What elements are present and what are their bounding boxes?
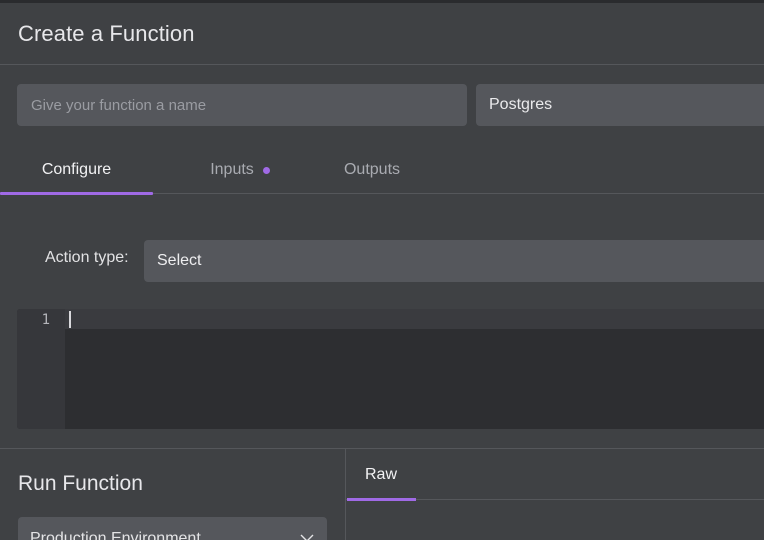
text-cursor (69, 311, 71, 328)
page-title: Create a Function (18, 21, 195, 46)
active-tab-indicator (0, 192, 153, 195)
active-tab-indicator (347, 498, 416, 501)
tab-outputs-label: Outputs (343, 161, 401, 178)
tab-configure-label: Configure (41, 161, 112, 178)
chevron-down-icon (300, 534, 314, 540)
tab-inputs[interactable]: Inputs (190, 146, 290, 194)
line-number: 1 (41, 312, 50, 328)
inputs-indicator-dot (262, 166, 270, 174)
output-tabs: Raw (346, 449, 764, 501)
editor-active-line (65, 309, 764, 329)
tab-raw[interactable]: Raw (346, 449, 416, 501)
datasource-select[interactable]: Postgres (476, 84, 764, 126)
action-type-select[interactable]: Select (144, 240, 764, 282)
environment-select[interactable]: Production Environment (18, 517, 327, 540)
output-panel: Raw (346, 448, 764, 540)
tab-inputs-label: Inputs (210, 161, 254, 178)
action-type-value: Select (157, 252, 202, 269)
run-function-panel: Run Function Production Environment (0, 448, 346, 540)
datasource-value: Postgres (489, 96, 553, 113)
action-type-label: Action type: (45, 249, 129, 266)
page-header: Create a Function (0, 3, 764, 65)
environment-value: Production Environment (30, 530, 201, 540)
tab-outputs[interactable]: Outputs (322, 146, 422, 194)
run-function-title: Run Function (18, 472, 143, 495)
code-editor[interactable]: 1 (17, 309, 764, 429)
tab-configure[interactable]: Configure (0, 146, 153, 195)
editor-gutter: 1 (17, 309, 65, 429)
function-name-input[interactable] (17, 84, 467, 126)
function-tabs: Configure Inputs Outputs (0, 146, 764, 195)
tab-raw-label: Raw (364, 465, 397, 483)
